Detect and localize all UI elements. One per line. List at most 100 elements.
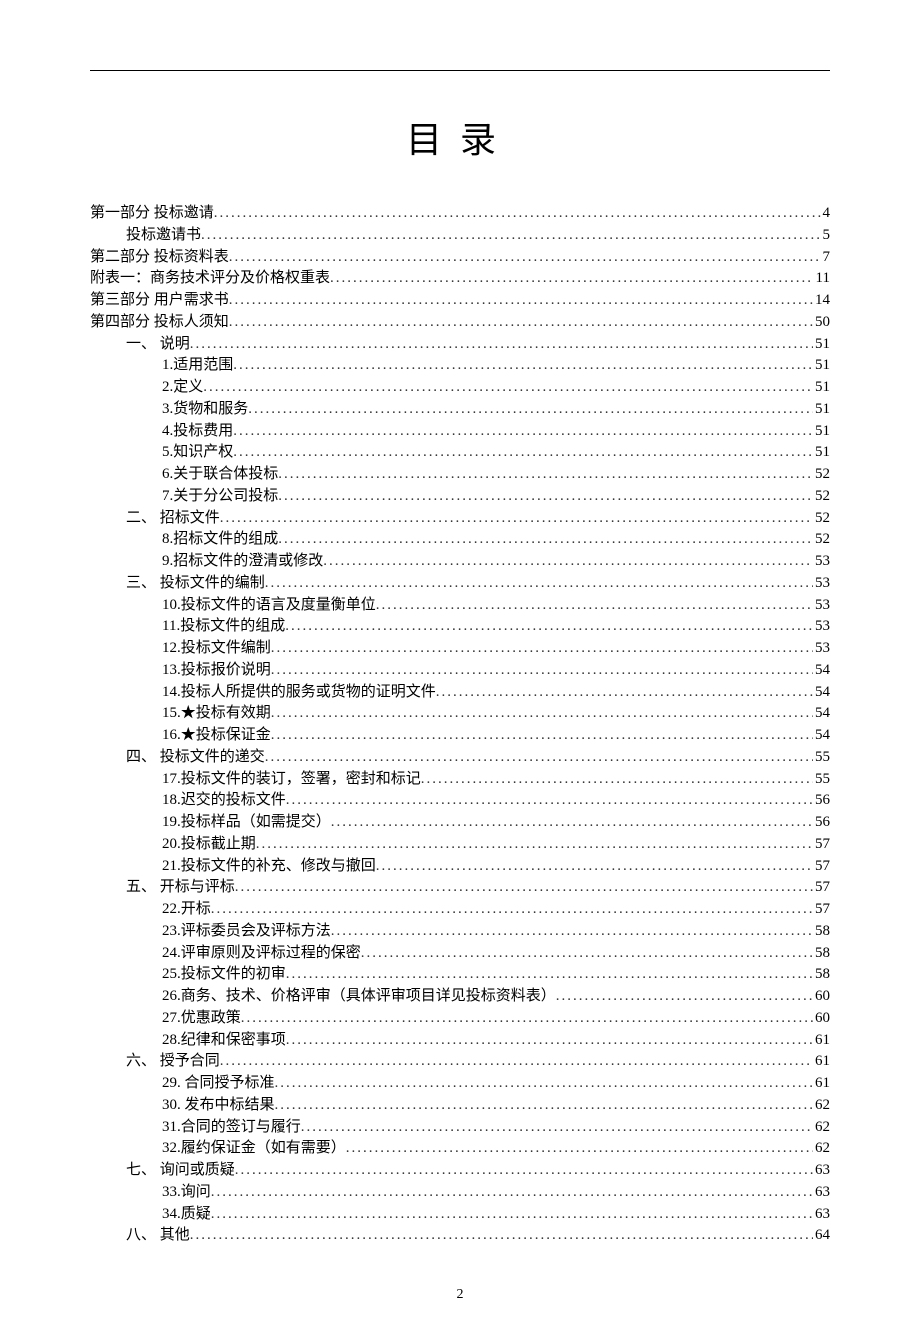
toc-entry-page: 54	[813, 660, 830, 682]
toc-leader-dots	[256, 834, 813, 856]
toc-entry-page: 53	[813, 595, 830, 617]
toc-leader-dots	[235, 1160, 813, 1182]
toc-leader-dots	[271, 638, 813, 660]
toc-entry: 22.开标 57	[90, 899, 830, 921]
toc-entry-label: 三、 投标文件的编制	[126, 573, 265, 595]
toc-leader-dots	[241, 1008, 813, 1030]
toc-entry-label: 14.投标人所提供的服务或货物的证明文件	[162, 682, 436, 704]
toc-leader-dots	[233, 421, 813, 443]
toc-leader-dots	[330, 268, 814, 290]
toc-leader-dots	[436, 682, 813, 704]
toc-entry-label: 1.适用范围	[162, 355, 233, 377]
toc-entry-label: 附表一：商务技术评分及价格权重表	[90, 268, 330, 290]
toc-entry-label: 20.投标截止期	[162, 834, 256, 856]
toc-entry-label: 八、 其他	[126, 1225, 190, 1247]
toc-entry-label: 30. 发布中标结果	[162, 1095, 275, 1117]
toc-entry: 28.纪律和保密事项 61	[90, 1030, 830, 1052]
toc-entry-label: 33.询问	[162, 1182, 211, 1204]
toc-entry-label: 9.招标文件的澄清或修改	[162, 551, 323, 573]
toc-entry-page: 51	[813, 421, 830, 443]
toc-entry: 投标邀请书 5	[90, 225, 830, 247]
toc-entry-label: 6.关于联合体投标	[162, 464, 278, 486]
toc-entry: 七、 询问或质疑 63	[90, 1160, 830, 1182]
toc-entry-label: 29. 合同授予标准	[162, 1073, 275, 1095]
toc-entry: 第一部分 投标邀请 4	[90, 203, 830, 225]
toc-entry-page: 63	[813, 1204, 830, 1226]
toc-leader-dots	[323, 551, 813, 573]
toc-entry-page: 58	[813, 943, 830, 965]
toc-entry-label: 第三部分 用户需求书	[90, 290, 229, 312]
toc-entry-label: 28.纪律和保密事项	[162, 1030, 286, 1052]
toc-entry: 15.★投标有效期 54	[90, 703, 830, 725]
toc-entry-label: 15.★投标有效期	[162, 703, 271, 725]
toc-leader-dots	[278, 464, 813, 486]
toc-entry: 21.投标文件的补充、修改与撤回 57	[90, 856, 830, 878]
toc-entry-page: 54	[813, 682, 830, 704]
toc-entry-page: 52	[813, 464, 830, 486]
toc-entry: 27.优惠政策 60	[90, 1008, 830, 1030]
toc-entry: 18.迟交的投标文件 56	[90, 790, 830, 812]
toc-entry-label: 13.投标报价说明	[162, 660, 271, 682]
toc-leader-dots	[211, 1204, 813, 1226]
toc-entry-page: 51	[813, 334, 830, 356]
toc-leader-dots	[190, 334, 813, 356]
toc-entry-page: 56	[813, 790, 830, 812]
toc-entry-label: 25.投标文件的初审	[162, 964, 286, 986]
toc-entry-page: 4	[821, 203, 831, 225]
toc-entry-page: 55	[813, 747, 830, 769]
toc-entry: 八、 其他 64	[90, 1225, 830, 1247]
document-page: 目录 第一部分 投标邀请 4投标邀请书 5第二部分 投标资料表 7附表一：商务技…	[0, 0, 920, 1333]
toc-entry-page: 7	[821, 247, 831, 269]
toc-entry-label: 8.招标文件的组成	[162, 529, 278, 551]
toc-entry-page: 63	[813, 1182, 830, 1204]
toc-entry-label: 18.迟交的投标文件	[162, 790, 286, 812]
toc-entry: 23.评标委员会及评标方法 58	[90, 921, 830, 943]
toc-entry-page: 61	[813, 1030, 830, 1052]
toc-leader-dots	[376, 856, 813, 878]
toc-leader-dots	[201, 225, 820, 247]
toc-entry: 29. 合同授予标准 61	[90, 1073, 830, 1095]
toc-entry-label: 第一部分 投标邀请	[90, 203, 214, 225]
toc-entry-page: 57	[813, 834, 830, 856]
toc-entry-label: 16.★投标保证金	[162, 725, 271, 747]
toc-leader-dots	[233, 355, 813, 377]
toc-entry-page: 57	[813, 877, 830, 899]
toc-entry: 4.投标费用 51	[90, 421, 830, 443]
toc-leader-dots	[275, 1095, 813, 1117]
toc-leader-dots	[229, 247, 821, 269]
toc-entry-page: 52	[813, 486, 830, 508]
toc-entry: 6.关于联合体投标 52	[90, 464, 830, 486]
toc-entry-page: 53	[813, 573, 830, 595]
toc-leader-dots	[275, 1073, 813, 1095]
toc-entry-page: 14	[813, 290, 830, 312]
toc-entry-label: 7.关于分公司投标	[162, 486, 278, 508]
toc-entry-label: 第二部分 投标资料表	[90, 247, 229, 269]
toc-entry-page: 55	[813, 769, 830, 791]
toc-entry-page: 51	[813, 442, 830, 464]
toc-entry: 第三部分 用户需求书 14	[90, 290, 830, 312]
toc-leader-dots	[233, 442, 813, 464]
toc-leader-dots	[286, 790, 813, 812]
toc-entry-label: 六、 授予合同	[126, 1051, 220, 1073]
toc-leader-dots	[271, 725, 813, 747]
toc-entry-label: 24.评审原则及评标过程的保密	[162, 943, 361, 965]
toc-entry: 34.质疑 63	[90, 1204, 830, 1226]
toc-entry-label: 五、 开标与评标	[126, 877, 235, 899]
toc-leader-dots	[265, 573, 813, 595]
toc-entry-label: 23.评标委员会及评标方法	[162, 921, 331, 943]
toc-leader-dots	[331, 812, 813, 834]
toc-entry: 30. 发布中标结果 62	[90, 1095, 830, 1117]
toc-leader-dots	[265, 747, 813, 769]
toc-leader-dots	[301, 1117, 813, 1139]
toc-entry-label: 5.知识产权	[162, 442, 233, 464]
toc-leader-dots	[421, 769, 813, 791]
toc-entry-label: 12.投标文件编制	[162, 638, 271, 660]
toc-entry-label: 31.合同的签订与履行	[162, 1117, 301, 1139]
toc-leader-dots	[190, 1225, 813, 1247]
toc-entry-page: 64	[813, 1225, 830, 1247]
toc-entry-label: 10.投标文件的语言及度量衡单位	[162, 595, 376, 617]
toc-leader-dots	[271, 660, 813, 682]
toc-entry-label: 4.投标费用	[162, 421, 233, 443]
toc-entry-label: 一、 说明	[126, 334, 190, 356]
toc-entry-page: 54	[813, 703, 830, 725]
